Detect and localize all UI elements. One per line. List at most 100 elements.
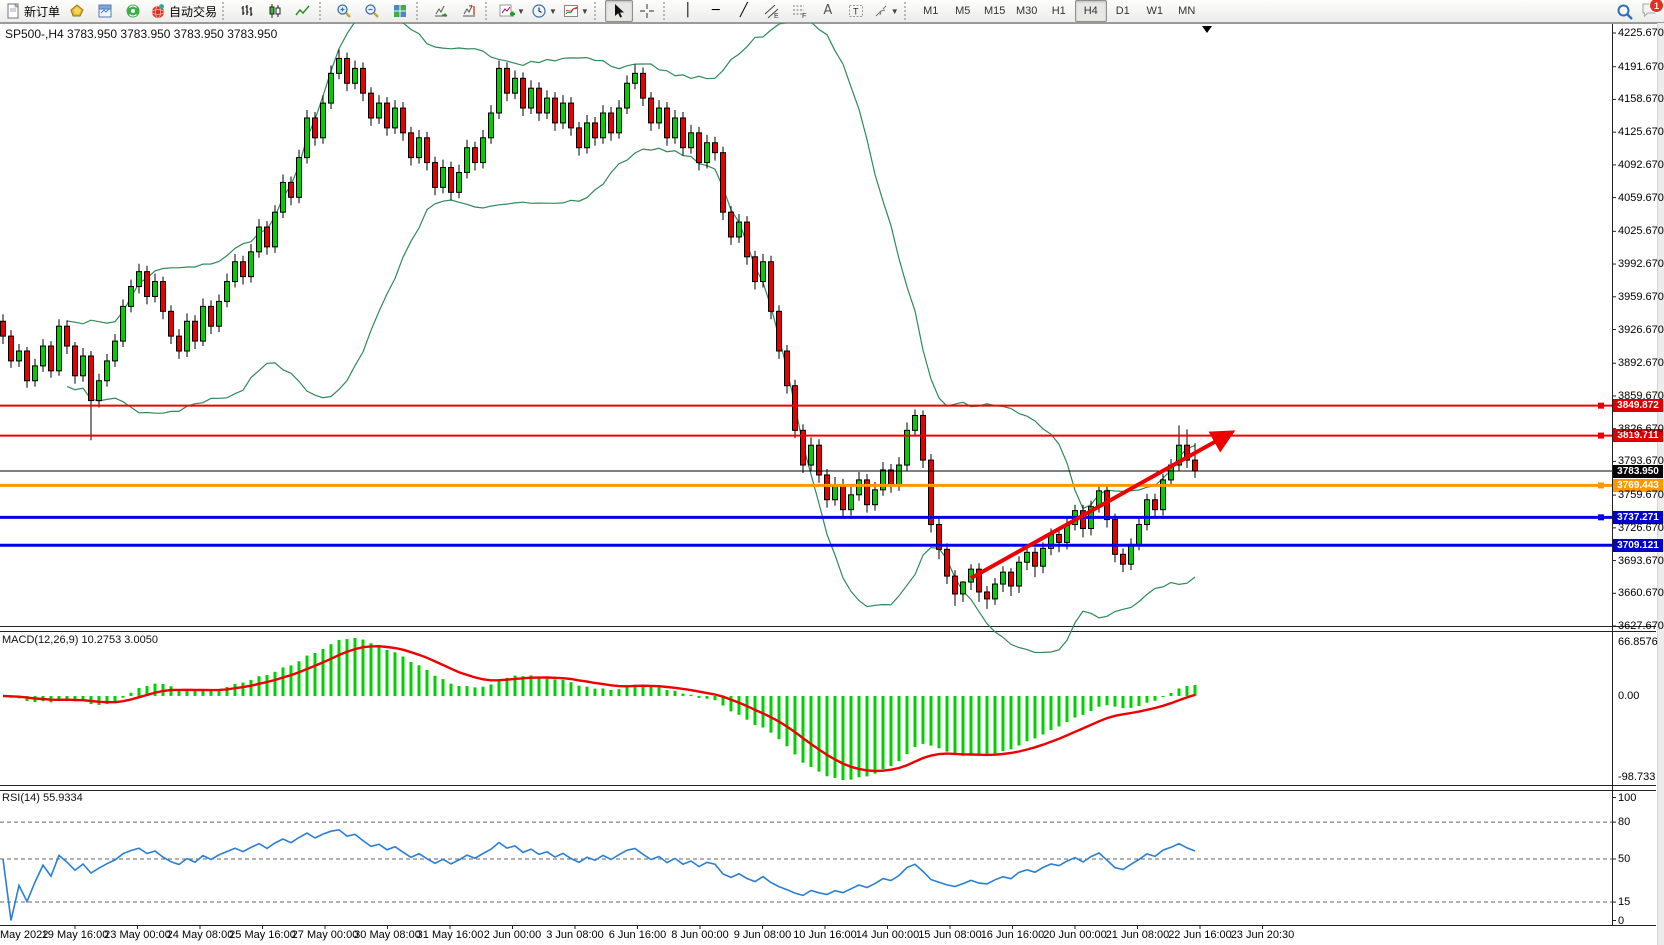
auto-scroll-button[interactable] — [427, 0, 455, 22]
line-chart-button[interactable] — [289, 0, 317, 22]
zoom-in-button[interactable] — [330, 0, 358, 22]
time-axis-label: 9 Jun 08:00 — [734, 929, 792, 941]
time-axis-label: 16 Jun 16:00 — [981, 929, 1045, 941]
time-axis-label: 24 May 08:00 — [167, 929, 234, 941]
chart-canvas[interactable] — [0, 23, 1664, 945]
indicators-button[interactable]: ▼ — [496, 0, 528, 22]
crosshair-icon — [639, 3, 655, 19]
timeframe-button-m30[interactable]: M30 — [1011, 0, 1043, 22]
arrows-button[interactable]: ▼ — [870, 0, 902, 22]
price-axis-tick: 3660.670 — [1618, 587, 1664, 599]
macd-histogram — [10, 638, 1197, 780]
timeframe-button-w1[interactable]: W1 — [1139, 0, 1171, 22]
vertical-line-button[interactable]: │ — [674, 0, 702, 22]
notifications-button[interactable]: 1 — [1640, 1, 1658, 22]
search-icon[interactable] — [1616, 3, 1634, 21]
hline-handle[interactable] — [1598, 482, 1604, 488]
hline-handle[interactable] — [1598, 433, 1604, 439]
toolbar-separator — [594, 2, 603, 20]
chart-shift-marker-icon[interactable] — [1202, 26, 1212, 33]
auto-trading-button[interactable]: 自动交易 — [147, 0, 220, 22]
price-axis-tick: 4025.670 — [1618, 225, 1664, 237]
price-axis-tick: 3992.670 — [1618, 258, 1664, 270]
time-axis-label: 3 Jun 08:00 — [546, 929, 604, 941]
cursor-button[interactable] — [605, 0, 633, 22]
rsi-axis-tick: 50 — [1618, 853, 1630, 865]
new-order-button[interactable]: 新订单 — [2, 0, 63, 22]
timeframe-button-m15[interactable]: M15 — [979, 0, 1011, 22]
price-axis-tick: 3892.670 — [1618, 357, 1664, 369]
price-axis-tick: 3826.670 — [1618, 423, 1664, 435]
equidistant-channel-button[interactable]: E — [758, 0, 786, 22]
chart-window[interactable]: SP500-,H4 3783.950 3783.950 3783.950 378… — [0, 23, 1664, 945]
zoom-out-button[interactable] — [358, 0, 386, 22]
new-order-label: 新订单 — [24, 3, 60, 20]
chart-shift-icon — [461, 3, 477, 19]
rsi-axis-tick: 80 — [1618, 816, 1630, 828]
tick-chart-button[interactable] — [63, 0, 91, 22]
timeframe-button-h1[interactable]: H1 — [1043, 0, 1075, 22]
trend-arrow-line[interactable] — [971, 432, 1232, 578]
candlestick-chart-button[interactable] — [261, 0, 289, 22]
price-axis-tick: 3959.670 — [1618, 291, 1664, 303]
timeframe-button-m1[interactable]: M1 — [915, 0, 947, 22]
chart-shift-button[interactable] — [455, 0, 483, 22]
rsi-axis-tick: 100 — [1618, 792, 1636, 804]
hline-handle[interactable] — [1598, 403, 1604, 409]
main-toolbar: 新订单 自动交易 — [0, 0, 1664, 23]
price-axis-tick: 4059.670 — [1618, 192, 1664, 204]
macd-indicator-label: MACD(12,26,9) 10.2753 3.0050 — [2, 634, 158, 646]
window-icon — [97, 3, 113, 19]
tile-windows-icon — [392, 3, 408, 19]
time-axis-label: 31 May 16:00 — [417, 929, 484, 941]
macd-signal-line — [3, 646, 1195, 771]
bar-chart-button[interactable] — [233, 0, 261, 22]
crosshair-button[interactable] — [633, 0, 661, 22]
text-label-icon: T — [848, 3, 864, 19]
periods-button[interactable]: ▼ — [528, 0, 560, 22]
time-axis-label: 22 Jun 16:00 — [1168, 929, 1232, 941]
time-axis-label: 14 Jun 00:00 — [856, 929, 920, 941]
signals-button[interactable] — [119, 0, 147, 22]
bollinger-lower-band[interactable] — [67, 148, 1195, 652]
horizontal-line-icon: ─ — [712, 3, 720, 19]
price-axis-tick: 4191.670 — [1618, 61, 1664, 73]
timeframe-button-m5[interactable]: M5 — [947, 0, 979, 22]
notification-badge: 1 — [1649, 0, 1664, 13]
toolbar-separator — [485, 2, 494, 20]
chart-title: SP500-,H4 3783.950 3783.950 3783.950 378… — [5, 27, 277, 41]
timeframe-button-d1[interactable]: D1 — [1107, 0, 1139, 22]
price-axis-tick: 4158.670 — [1618, 93, 1664, 105]
dropdown-arrow-icon: ▼ — [891, 7, 899, 16]
time-axis-label: 8 Jun 00:00 — [671, 929, 729, 941]
time-axis-label: 23 May 00:00 — [104, 929, 171, 941]
time-axis-label: 21 Jun 08:00 — [1106, 929, 1170, 941]
line-chart-icon — [295, 3, 311, 19]
time-axis-label: 19 May 16:00 — [42, 929, 109, 941]
price-axis-tick: 4225.670 — [1618, 27, 1664, 39]
price-axis-tick: 3926.670 — [1618, 324, 1664, 336]
templates-button[interactable]: ▼ — [560, 0, 592, 22]
price-axis-tick: 4125.670 — [1618, 126, 1664, 138]
price-axis-tick: 3726.670 — [1618, 522, 1664, 534]
time-axis-label: 30 May 08:00 — [354, 929, 421, 941]
hline-handle[interactable] — [1598, 514, 1604, 520]
svg-text:E: E — [774, 13, 779, 19]
dropdown-arrow-icon: ▼ — [549, 7, 557, 16]
fibonacci-button[interactable]: F — [786, 0, 814, 22]
timeframe-button-h4[interactable]: H4 — [1075, 0, 1107, 22]
timeframe-button-mn[interactable]: MN — [1171, 0, 1203, 22]
trendline-icon: ╱ — [740, 3, 748, 19]
candles-layer[interactable] — [1, 50, 1198, 609]
profiles-button[interactable] — [91, 0, 119, 22]
rsi-line — [3, 830, 1195, 921]
text-button[interactable]: A — [814, 0, 842, 22]
dropdown-arrow-icon: ▼ — [581, 7, 589, 16]
time-axis-label: 25 May 16:00 — [229, 929, 296, 941]
price-axis-tick: 3627.670 — [1618, 620, 1664, 632]
tile-windows-button[interactable] — [386, 0, 414, 22]
text-label-button[interactable]: T — [842, 0, 870, 22]
horizontal-line-button[interactable]: ─ — [702, 0, 730, 22]
trendline-button[interactable]: ╱ — [730, 0, 758, 22]
channel-icon: E — [764, 3, 780, 19]
